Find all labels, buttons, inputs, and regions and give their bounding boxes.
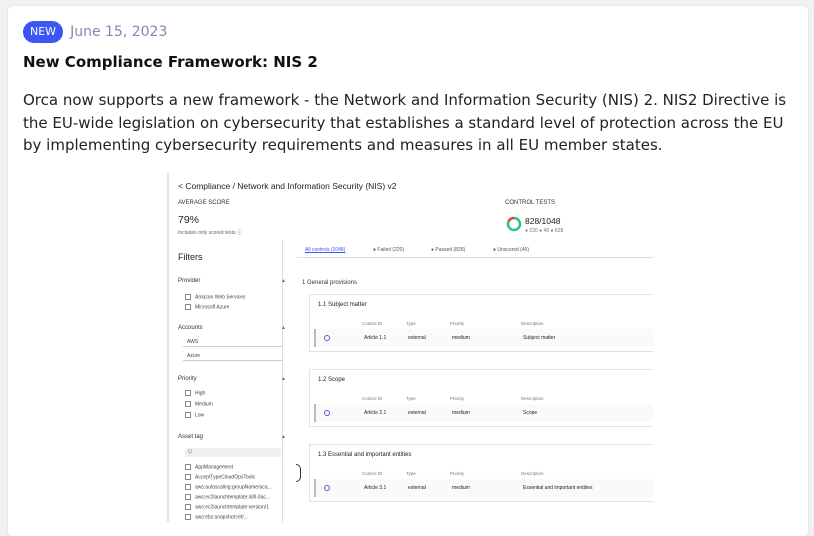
filter-accounts-label: Accounts — [178, 325, 203, 331]
tab-all-controls[interactable]: All controls (1048) — [305, 247, 345, 253]
control-description: Subject matter — [523, 335, 556, 341]
priority-option[interactable]: High — [185, 390, 205, 396]
control-id: Article 1.1 — [364, 335, 387, 341]
average-score-value: 79% — [178, 214, 200, 226]
control-priority: medium — [452, 485, 470, 491]
provider-option[interactable]: Amazon Web Services — [185, 294, 245, 300]
asset-tag-option[interactable]: AppManagement — [185, 464, 233, 470]
control-row[interactable]: Article 2.1 external medium Scope — [314, 404, 653, 422]
section-title: 1 General provisions — [302, 280, 358, 286]
asset-tag-option[interactable]: aws:ebs:snapshot:ref/... — [185, 514, 248, 520]
col-priority: Priority — [450, 471, 465, 476]
col-description: Description — [521, 396, 544, 401]
tab-passed[interactable]: ● Passed (828) — [431, 247, 465, 253]
control-tests-breakdown: ● 220 ● 46 ● 828 — [525, 228, 564, 234]
control-group: 1.2 Scope Control ID Type Priority Descr… — [309, 369, 653, 427]
col-control-id: Control ID — [362, 471, 383, 476]
post-title: New Compliance Framework: NIS 2 — [23, 53, 318, 71]
control-tests-value: 828/1048 — [525, 216, 561, 226]
control-description: Essential and important entities — [523, 485, 593, 491]
filters-panel: Filters Provider ▲ Amazon Web Services Mi… — [173, 240, 286, 522]
chevron-up-icon: ▲ — [281, 278, 286, 284]
col-description: Description — [521, 321, 544, 326]
panel-collapse-handle[interactable] — [296, 464, 301, 482]
priority-option[interactable]: Low — [185, 412, 204, 418]
control-row[interactable]: Article 3.1 external medium Essential an… — [314, 479, 653, 497]
post-date: June 15, 2023 — [70, 24, 168, 40]
control-row[interactable]: Article 1.1 external medium Subject matt… — [314, 329, 653, 347]
asset-tag-search[interactable]: Q — [185, 448, 281, 457]
post-meta: NEW June 15, 2023 — [23, 21, 167, 43]
priority-option[interactable]: Medium — [185, 401, 213, 407]
chevron-up-icon: ▲ — [281, 376, 286, 382]
control-priority: medium — [452, 410, 470, 416]
col-control-id: Control ID — [362, 321, 383, 326]
col-control-id: Control ID — [362, 396, 383, 401]
asset-tag-option[interactable]: aws:ec2launchtemplate:id/ll-0ac... — [185, 494, 270, 500]
filter-priority-label: Priority — [178, 376, 197, 382]
control-type: external — [408, 335, 426, 341]
filter-asset-tag-label: Asset tag — [178, 434, 204, 440]
control-id: Article 2.1 — [364, 410, 387, 416]
average-score-note: Includes only scored tests ⓘ — [178, 230, 242, 236]
col-type: Type — [406, 321, 416, 326]
control-id: Article 3.1 — [364, 485, 387, 491]
check-circle-icon — [324, 335, 330, 341]
tab-unscored[interactable]: ● Unscored (46) — [493, 247, 529, 253]
filter-accounts[interactable]: Accounts ▲ — [178, 325, 286, 331]
col-priority: Priority — [450, 321, 465, 326]
compliance-screenshot: < Compliance / Network and Information S… — [167, 172, 653, 522]
filters-title: Filters — [178, 252, 203, 262]
account-select[interactable]: AWS — [183, 337, 283, 347]
release-note-card: NEW June 15, 2023 New Compliance Framewo… — [8, 6, 808, 536]
control-group-title: 1.1 Subject matter — [318, 302, 367, 308]
filter-provider[interactable]: Provider ▲ — [178, 278, 286, 284]
control-group-title: 1.3 Essential and important entities — [318, 452, 412, 458]
control-type: external — [408, 485, 426, 491]
control-group: 1.3 Essential and important entities Con… — [309, 444, 653, 502]
chevron-up-icon: ▲ — [281, 434, 286, 440]
control-description: Scope — [523, 410, 538, 416]
asset-tag-option[interactable]: aws:ec2launchtemplate:version/1 — [185, 504, 269, 510]
new-badge: NEW — [23, 21, 64, 43]
check-circle-icon — [324, 485, 330, 491]
col-description: Description — [521, 471, 544, 476]
control-group-title: 1.2 Scope — [318, 377, 346, 383]
control-type: external — [408, 410, 426, 416]
check-circle-icon — [324, 410, 330, 416]
asset-tag-option[interactable]: aws:autoscaling:groupName/aca... — [185, 484, 272, 490]
control-group: 1.1 Subject matter Control ID Type Prior… — [309, 294, 653, 352]
control-tests-label: CONTROL TESTS — [505, 200, 556, 206]
control-tabs: All controls (1048) ● Failed (220) ● Pas… — [297, 240, 653, 258]
account-select[interactable]: Azure — [183, 351, 283, 361]
chevron-up-icon: ▲ — [281, 325, 286, 331]
col-type: Type — [406, 396, 416, 401]
filter-asset-tag[interactable]: Asset tag ▲ — [178, 434, 286, 440]
col-type: Type — [406, 471, 416, 476]
asset-tag-option[interactable]: AcceptTypeCloudOpsTools — [185, 474, 255, 480]
control-priority: medium — [452, 335, 470, 341]
post-body: Orca now supports a new framework - the … — [23, 91, 787, 154]
average-score-label: AVERAGE SCORE — [178, 200, 230, 206]
provider-option[interactable]: Microsoft Azure — [185, 304, 229, 310]
filter-priority[interactable]: Priority ▲ — [178, 376, 286, 382]
tab-failed[interactable]: ● Failed (220) — [373, 247, 404, 253]
breadcrumb: < Compliance / Network and Information S… — [178, 181, 397, 191]
filter-provider-label: Provider — [178, 278, 201, 284]
col-priority: Priority — [450, 396, 465, 401]
control-tests-ring-icon — [506, 216, 522, 232]
